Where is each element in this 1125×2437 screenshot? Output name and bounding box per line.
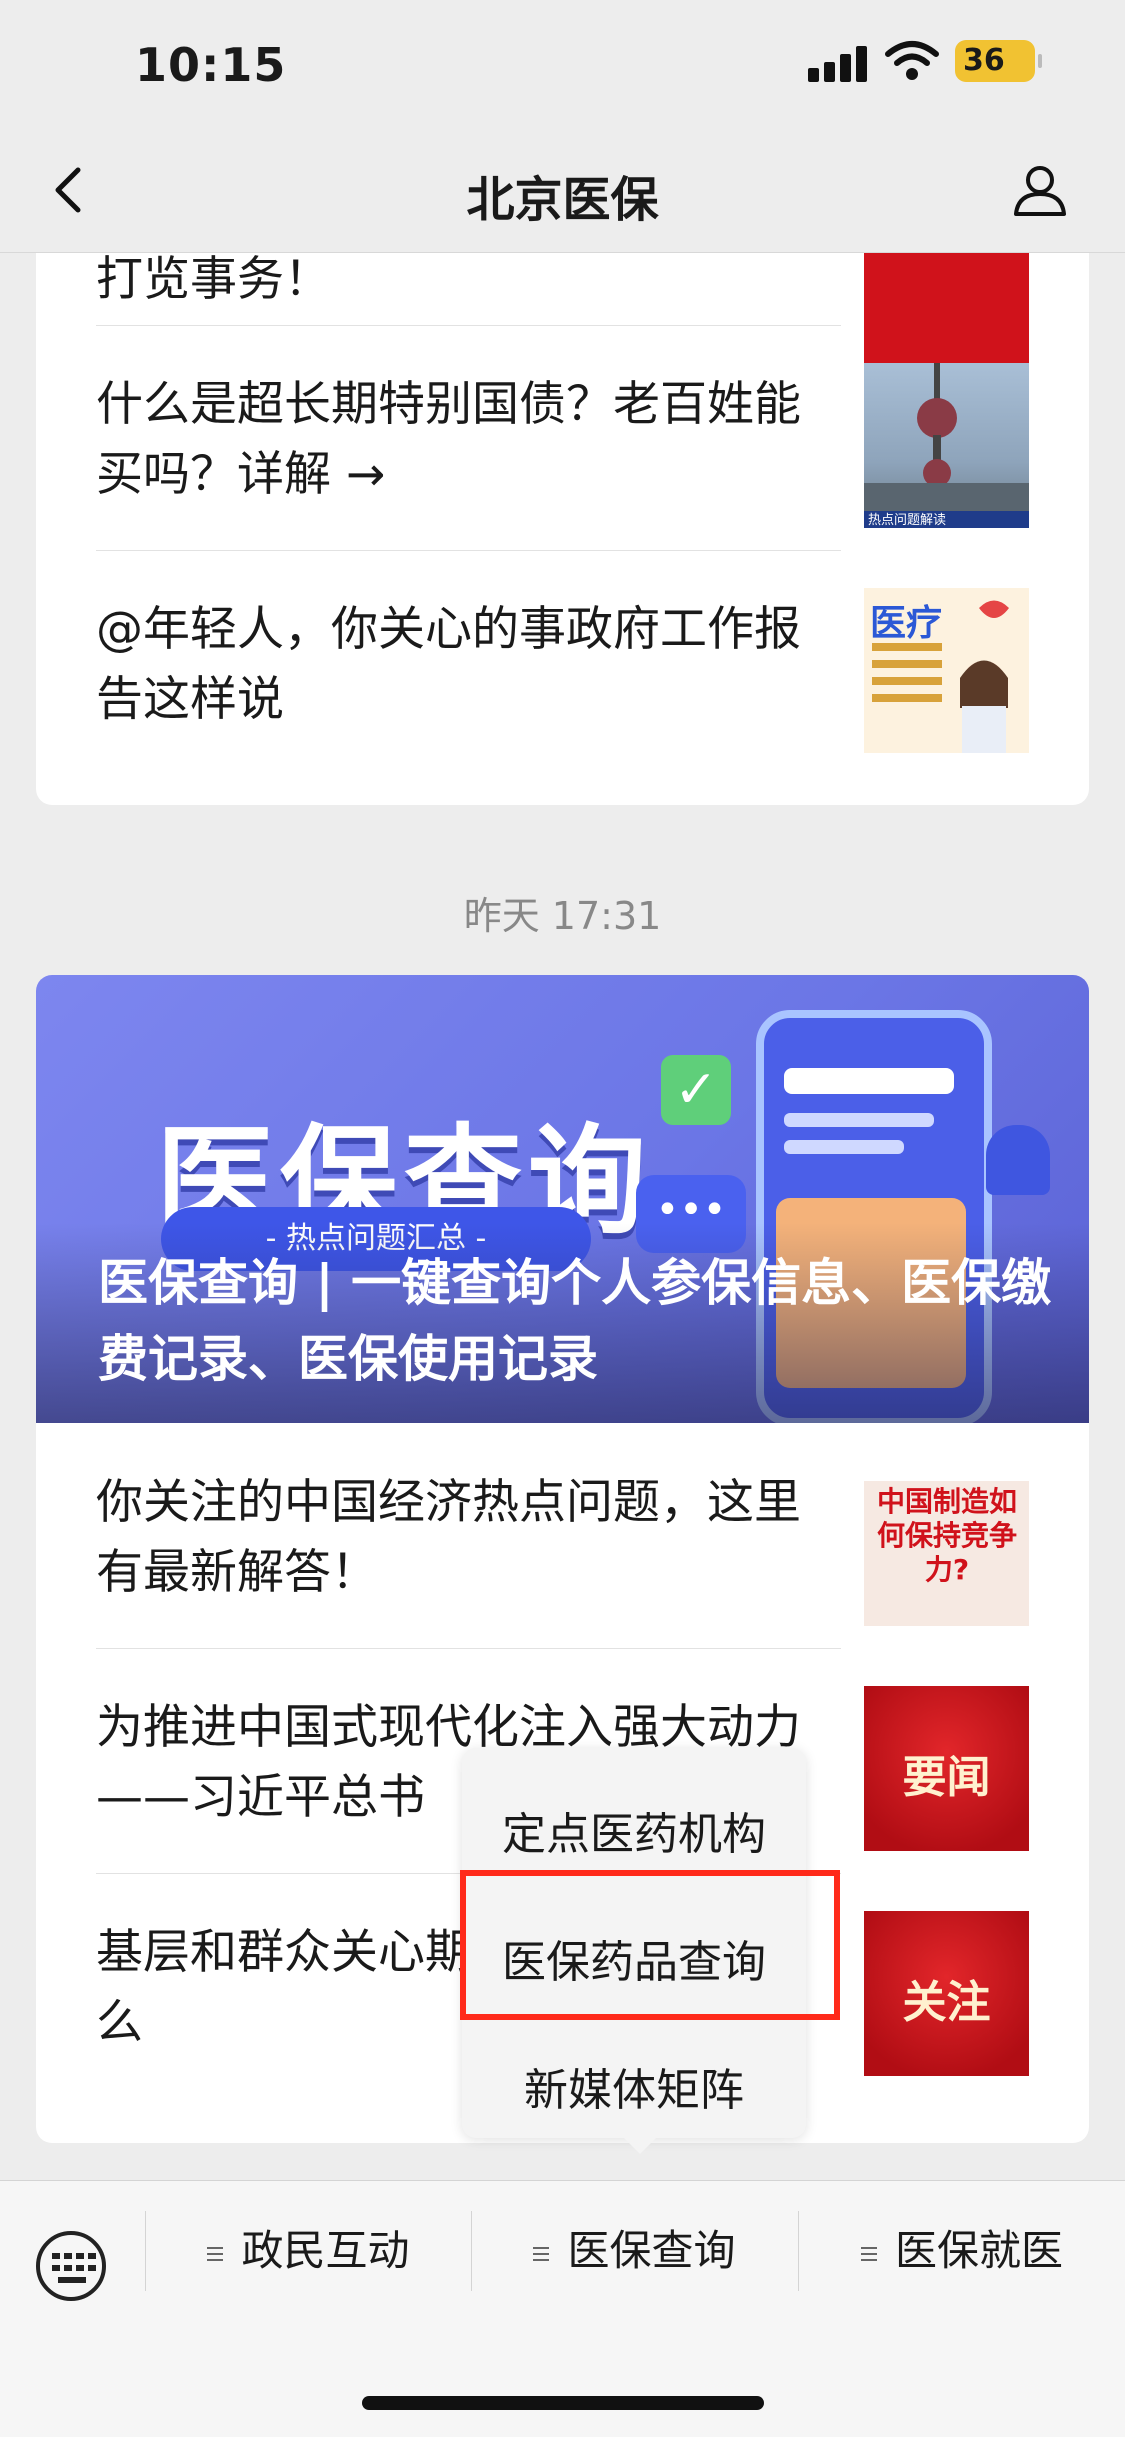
article-title: @年轻人，你关心的事政府工作报告这样说: [96, 602, 801, 727]
profile-icon[interactable]: [1010, 160, 1070, 220]
highlight-box: [460, 1870, 840, 2020]
thumbnail-caption: 热点问题解读: [868, 513, 947, 528]
nav-bar: 北京医保: [0, 130, 1125, 253]
article-thumbnail: 关注: [864, 1911, 1029, 2076]
home-indicator: [362, 2396, 764, 2410]
wifi-icon: [885, 41, 939, 80]
status-time: 10:15: [135, 38, 287, 92]
page-title: 北京医保: [466, 172, 659, 228]
article-thumbnail-tower: 热点问题解读: [864, 363, 1029, 528]
menu-tab-medical-insurance-query[interactable]: 医保查询: [472, 2181, 797, 2321]
list-item[interactable]: 你关注的中国经济热点问题，这里有最新解答！ 中国制造如何保持竞争力?: [36, 1423, 1089, 1648]
popup-arrow: [624, 2138, 656, 2154]
list-item[interactable]: 什么是超长期特别国债？老百姓能买吗？详解 → 热点问题解读: [36, 325, 1089, 550]
menu-item-designated-institutions[interactable]: 定点医药机构: [462, 1798, 806, 1862]
thumbnail-label: 要闻: [902, 1752, 991, 1803]
thumbnail-label: 关注: [902, 1977, 991, 2028]
article-thumbnail-medical: 医疗: [864, 588, 1029, 753]
check-icon: ✓: [661, 1055, 731, 1125]
menu-tab-medical-treatment[interactable]: 医保就医: [799, 2181, 1125, 2321]
menu-lines-icon: [207, 2243, 224, 2265]
article-thumbnail: 中国制造如何保持竞争力?: [864, 1461, 1029, 1626]
banner-headline: 医保查询 | 一键查询个人参保信息、医保缴费记录、医保使用记录: [98, 1254, 1052, 1388]
menu-lines-icon: [860, 2243, 877, 2265]
menu-tab-label: 医保就医: [894, 2226, 1063, 2275]
tower-image: [864, 363, 1029, 528]
menu-lines-icon: [533, 2243, 550, 2265]
signal-icon: [808, 44, 868, 82]
menu-tab-label: 医保查询: [567, 2226, 736, 2275]
bell-icon: [986, 1125, 1050, 1195]
article-title: 什么是超长期特别国债？老百姓能买吗？详解 →: [96, 377, 801, 502]
menu-tab-interaction[interactable]: 政民互动: [146, 2181, 471, 2321]
battery-level: 36: [963, 43, 1005, 78]
menu-tab-label: 政民互动: [241, 2226, 410, 2275]
battery-icon: 36: [955, 40, 1042, 82]
keyboard-icon[interactable]: [36, 2231, 106, 2301]
thumbnail-label: 中国制造如何保持竞争力?: [876, 1485, 1017, 1586]
menu-item-new-media-matrix[interactable]: 新媒体矩阵: [462, 2054, 806, 2118]
article-card-top: 打览事务！ 什么是超长期特别国债？老百姓能买吗？详解 → 热点问题解读 @年轻人…: [36, 200, 1089, 805]
article-title: 打览事务！: [96, 252, 331, 307]
message-timestamp: 昨天 17:31: [463, 894, 662, 938]
article-thumbnail: 要闻: [864, 1686, 1029, 1851]
thumbnail-label: 医疗: [870, 603, 943, 644]
status-bar: 10:15 36: [0, 0, 1125, 130]
article-title: 你关注的中国经济热点问题，这里有最新解答！: [96, 1475, 801, 1600]
list-item[interactable]: @年轻人，你关心的事政府工作报告这样说 医疗: [36, 550, 1089, 775]
banner-cover[interactable]: 医保查询 - 热点问题汇总 - ✓ ••• 医保查询 | 一键查询个人参保信息、…: [36, 975, 1089, 1423]
